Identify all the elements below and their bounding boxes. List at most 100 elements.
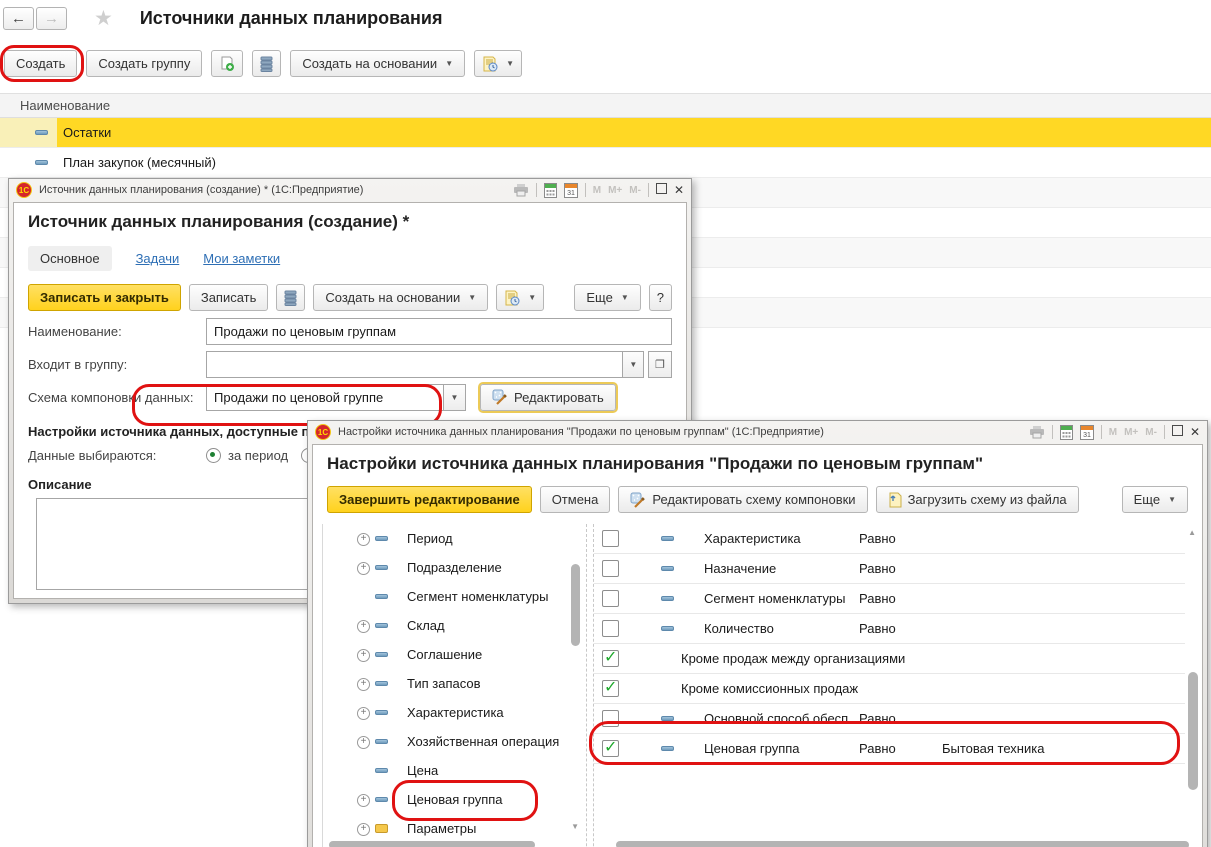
calculator-icon[interactable] [544, 183, 557, 198]
expand-icon[interactable]: + [357, 707, 370, 720]
expand-icon[interactable]: + [357, 620, 370, 633]
tree-item[interactable]: Сегмент номенклатуры [323, 582, 585, 611]
calendar-icon[interactable]: 31 [1080, 425, 1094, 440]
memory-mplus-button[interactable]: M+ [1124, 427, 1138, 438]
calendar-icon[interactable]: 31 [564, 183, 578, 198]
expand-icon[interactable]: + [357, 678, 370, 691]
tree-item[interactable]: +Подразделение [323, 553, 585, 582]
close-button[interactable]: ✕ [674, 183, 684, 197]
group-input[interactable] [206, 351, 623, 378]
expand-icon[interactable]: + [357, 649, 370, 662]
memory-mplus-button[interactable]: M+ [608, 185, 622, 196]
conditions-list: ХарактеристикаРавно НазначениеРавно Сегм… [594, 524, 1199, 847]
print-icon[interactable] [1029, 425, 1045, 439]
condition-row[interactable]: КоличествоРавно [594, 614, 1185, 644]
close-button[interactable]: ✕ [1190, 425, 1200, 439]
row-checkbox[interactable]: ✓ [602, 680, 619, 697]
column-header-name[interactable]: Наименование [0, 93, 1211, 118]
expand-icon[interactable]: + [357, 823, 370, 836]
tab-main[interactable]: Основное [28, 246, 112, 271]
tree-vertical-scrollbar[interactable] [571, 564, 580, 646]
finish-editing-button[interactable]: Завершить редактирование [327, 486, 532, 513]
row-checkbox[interactable]: ✓ [602, 740, 619, 757]
memory-mminus-button[interactable]: M- [629, 185, 641, 196]
more-button[interactable]: Еще▼ [574, 284, 640, 311]
expand-icon[interactable]: + [357, 794, 370, 807]
list-settings-button[interactable] [252, 50, 281, 77]
schema-dropdown-button[interactable]: ▼ [444, 384, 466, 411]
dialog2-titlebar[interactable]: 1С Настройки источника данных планирован… [308, 421, 1207, 443]
table-row[interactable]: Остатки [0, 118, 1211, 148]
help-button[interactable]: ? [649, 284, 672, 311]
pane-splitter[interactable] [586, 524, 594, 847]
calculator-icon[interactable] [1060, 425, 1073, 440]
table-row[interactable]: План закупок (месячный) [0, 148, 1211, 178]
expand-icon[interactable]: + [357, 736, 370, 749]
create-based-on-button[interactable]: Создать на основании▼ [290, 50, 465, 77]
condition-row[interactable]: ✓Кроме комиссионных продаж [594, 674, 1185, 704]
row-checkbox[interactable] [602, 560, 619, 577]
schema-input[interactable]: Продажи по ценовой группе [206, 384, 444, 411]
tree-item-parameters[interactable]: +Параметры [323, 814, 585, 843]
row-checkbox[interactable] [602, 530, 619, 547]
tree-item[interactable]: +Тип запасов [323, 669, 585, 698]
create-button[interactable]: Создать [4, 50, 77, 77]
create-group-button[interactable]: Создать группу [86, 50, 202, 77]
condition-row[interactable]: ✓Кроме продаж между организациями [594, 644, 1185, 674]
tree-item[interactable]: Цена [323, 756, 585, 785]
condition-row[interactable]: Сегмент номенклатурыРавно [594, 584, 1185, 614]
edit-schema-button[interactable]: Редактировать [480, 384, 616, 411]
tree-item[interactable]: +Хозяйственная операция [323, 727, 585, 756]
row-checkbox[interactable] [602, 590, 619, 607]
svg-text:31: 31 [567, 190, 575, 197]
save-button[interactable]: Записать [189, 284, 269, 311]
edit-composition-schema-button[interactable]: Редактировать схему компоновки [618, 486, 867, 513]
more-button[interactable]: Еще▼ [1122, 486, 1188, 513]
reports-dropdown-button[interactable]: ▼ [474, 50, 522, 77]
list-settings-button[interactable] [276, 284, 305, 311]
save-and-close-button[interactable]: Записать и закрыть [28, 284, 181, 311]
tree-item[interactable]: +Склад [323, 611, 585, 640]
condition-row[interactable]: Основной способ обесп...Равно [594, 704, 1185, 734]
memory-mminus-button[interactable]: M- [1145, 427, 1157, 438]
condition-row[interactable]: ХарактеристикаРавно [594, 524, 1185, 554]
conditions-horizontal-scrollbar[interactable] [616, 841, 1189, 847]
scroll-up-arrow-icon[interactable]: ▲ [1188, 528, 1196, 537]
tab-notes[interactable]: Мои заметки [203, 251, 280, 266]
favorite-star-icon[interactable]: ★ [94, 6, 113, 31]
group-dropdown-button[interactable]: ▼ [623, 351, 644, 378]
tree-item-price-group[interactable]: +Ценовая группа [323, 785, 585, 814]
forward-button[interactable]: → [36, 7, 67, 30]
tree-item[interactable]: +Соглашение [323, 640, 585, 669]
tab-tasks[interactable]: Задачи [136, 251, 180, 266]
memory-m-button[interactable]: M [1109, 427, 1117, 438]
condition-row[interactable]: НазначениеРавно [594, 554, 1185, 584]
dimensions-tree: +Период +Подразделение Сегмент номенклат… [322, 524, 585, 847]
row-checkbox[interactable] [602, 620, 619, 637]
name-input[interactable]: Продажи по ценовым группам [206, 318, 672, 345]
dialog1-titlebar[interactable]: 1С Источник данных планирования (создани… [9, 179, 691, 201]
row-checkbox[interactable] [602, 710, 619, 727]
conditions-vertical-scrollbar[interactable] [1188, 672, 1198, 790]
expand-icon[interactable]: + [357, 562, 370, 575]
tree-horizontal-scrollbar[interactable] [329, 841, 535, 847]
copy-button[interactable] [211, 50, 243, 77]
row-checkbox[interactable]: ✓ [602, 650, 619, 667]
expand-icon[interactable]: + [357, 533, 370, 546]
maximize-button[interactable] [1172, 425, 1183, 439]
create-based-on-button[interactable]: Создать на основании▼ [313, 284, 488, 311]
condition-row-price-group[interactable]: ✓Ценовая группаРавноБытовая техника [594, 734, 1185, 764]
load-schema-from-file-button[interactable]: Загрузить схему из файла [876, 486, 1079, 513]
scroll-down-arrow-icon[interactable]: ▼ [571, 822, 579, 831]
reports-dropdown-button[interactable]: ▼ [496, 284, 544, 311]
memory-m-button[interactable]: M [593, 185, 601, 196]
group-open-button[interactable]: ❐ [648, 351, 672, 378]
tree-item[interactable]: +Период [323, 524, 585, 553]
print-icon[interactable] [513, 183, 529, 197]
cancel-button[interactable]: Отмена [540, 486, 611, 513]
magic-wand-icon [630, 492, 646, 508]
back-button[interactable]: ← [3, 7, 34, 30]
radio-period[interactable] [206, 448, 221, 463]
maximize-button[interactable] [656, 183, 667, 197]
tree-item[interactable]: +Характеристика [323, 698, 585, 727]
